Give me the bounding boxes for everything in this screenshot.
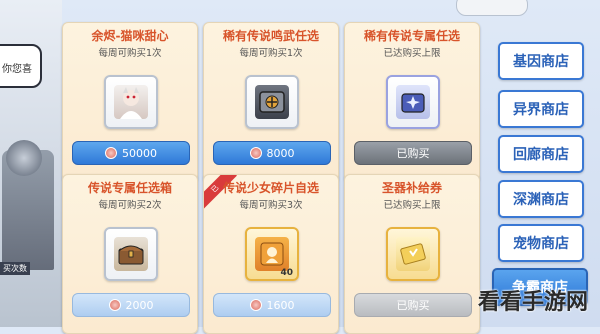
card-limit: 每周可购买3次 [239,200,303,211]
card-limit: 每周可购买1次 [98,48,162,59]
treasure-chest-icon [114,237,148,271]
purchased-label: 已购买 [396,299,430,312]
currency-icon [249,299,262,311]
exclusive-gear-box-icon [396,85,430,119]
purchased-label: 已购买 [396,147,430,160]
shop-card: 稀有传说专属任选 已达购买上限 已购买 [344,22,480,182]
sidebar-item-pet-shop[interactable]: 宠物商店 [498,224,584,262]
shop-sidebar: 基因商店 异界商店 回廊商店 深渊商店 宠物商店 争霸商店 [488,0,600,327]
shop-card: 传说专属任选箱 每周可购买2次 2000 [62,174,198,334]
card-limit: 已达购买上限 [383,48,441,59]
card-title: 传说少女碎片自选 [222,181,319,195]
shop-card: 余烬-猫咪甜心 每周可购买1次 50000 [62,22,198,182]
card-limit: 已达购买上限 [383,200,441,211]
card-title: 稀有传说专属任选 [363,29,460,43]
sidebar-item-abyss-shop[interactable]: 深渊商店 [498,180,584,218]
purchased-button: 已购买 [354,293,472,317]
price-label: 8000 [266,146,295,160]
price-label: 50000 [122,146,157,160]
site-watermark: 看看手游网 [478,290,589,315]
sidebar-item-label: 宠物商店 [513,236,569,252]
buy-button[interactable]: 50000 [72,141,190,165]
character-portrait-icon [114,85,148,119]
currency-icon [108,299,121,311]
price-label: 1600 [266,298,295,312]
shop-card: 已 传说少女碎片自选 每周可购买3次 40 1600 [203,174,339,334]
shop-card: 圣器补给券 已达购买上限 已购买 [344,174,480,334]
item-slot[interactable] [386,75,440,129]
sidebar-item-corridor-shop[interactable]: 回廊商店 [498,135,584,173]
currency-icon [105,147,117,159]
sidebar-item-label: 深渊商店 [513,192,569,208]
weapon-crate-icon [255,85,289,119]
purchase-count-label: 买次数 [0,262,30,275]
satellite-dish-icon [6,140,42,176]
shop-card: 稀有传说鸣武任选 每周可购买1次 8000 [203,22,339,182]
item-slot[interactable] [104,227,158,281]
sidebar-item-otherworld-shop[interactable]: 异界商店 [498,90,584,128]
item-slot[interactable]: 40 [245,227,299,281]
card-title: 余烬-猫咪甜心 [91,29,169,43]
card-limit: 每周可购买1次 [239,48,303,59]
item-slot[interactable] [386,227,440,281]
item-slot[interactable] [104,75,158,129]
sidebar-item-label: 基因商店 [513,54,569,70]
item-slot[interactable] [245,75,299,129]
card-title: 稀有传说鸣武任选 [222,29,319,43]
supply-ticket-icon [396,237,430,271]
card-title: 圣器补给券 [381,181,442,195]
shop-grid: 余烬-猫咪甜心 每周可购买1次 50000 稀有传说鸣武任选 每周可购买1次 8… [54,0,480,334]
buy-button[interactable]: 8000 [213,141,331,165]
card-limit: 每周可购买2次 [98,200,162,211]
sidebar-item-label: 回廊商店 [513,147,569,163]
buy-button[interactable]: 2000 [72,293,190,317]
currency-icon [249,147,262,159]
card-title: 传说专属任选箱 [87,181,172,195]
sidebar-item-gene-shop[interactable]: 基因商店 [498,42,584,80]
purchased-button: 已购买 [354,141,472,165]
sidebar-item-label: 异界商店 [513,102,569,118]
buy-button[interactable]: 1600 [213,293,331,317]
item-quantity: 40 [280,268,293,278]
price-label: 2000 [125,298,154,312]
fragment-box-icon [255,237,289,271]
speech-text: 你您喜 [2,64,32,75]
